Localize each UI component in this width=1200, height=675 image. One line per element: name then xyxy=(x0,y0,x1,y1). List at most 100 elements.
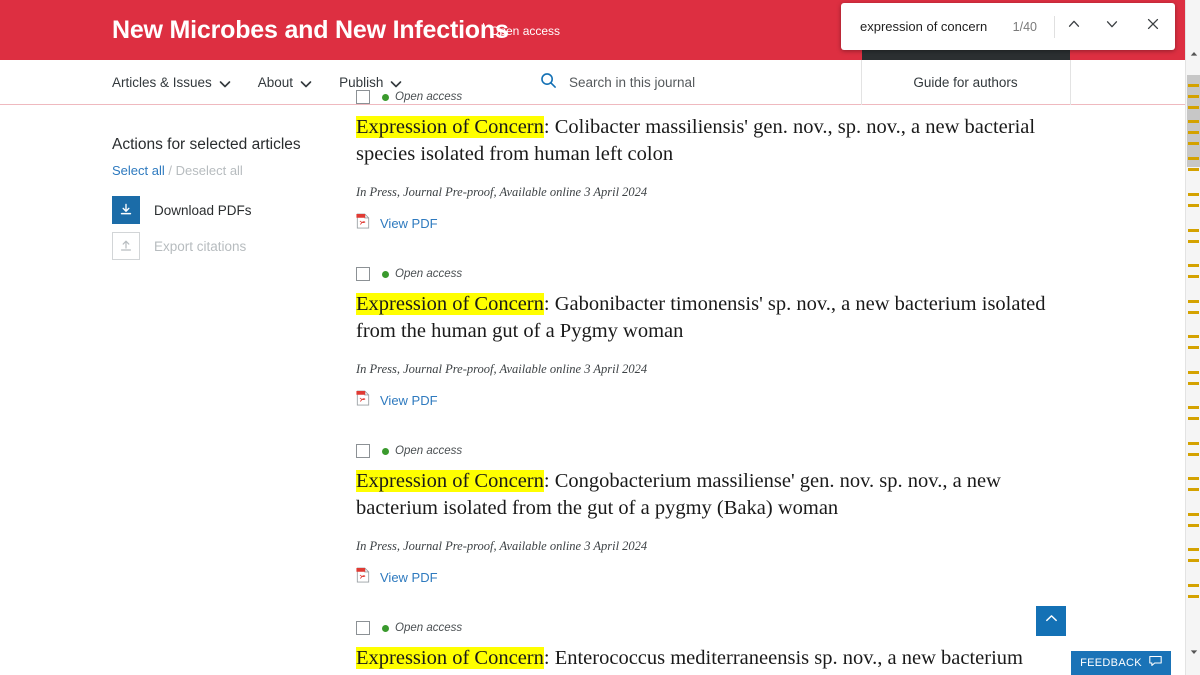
scrollbar-match-marker xyxy=(1188,559,1199,562)
search-highlight: Expression of Concern xyxy=(356,647,544,669)
back-to-top-button[interactable] xyxy=(1036,606,1066,636)
result-status: In Press, Journal Pre-proof, Available o… xyxy=(356,185,648,199)
result-title-link[interactable]: Expression of Concern: Gabonibacter timo… xyxy=(356,293,1046,342)
scrollbar-match-marker xyxy=(1188,142,1199,145)
pdf-icon xyxy=(356,390,370,411)
scrollbar-match-marker xyxy=(1188,157,1199,160)
scrollbar-match-marker xyxy=(1188,524,1199,527)
find-in-page-bar: expression of concern 1/40 xyxy=(841,3,1175,50)
result-title-link[interactable]: Expression of Concern: Congobacterium ma… xyxy=(356,470,1001,519)
download-pdfs-label: Download PDFs xyxy=(154,202,252,218)
scrollbar-match-marker xyxy=(1188,300,1199,303)
result-checkbox[interactable] xyxy=(356,267,370,281)
view-pdf-link[interactable]: View PDF xyxy=(356,567,1096,588)
search-highlight: Expression of Concern xyxy=(356,116,544,138)
open-access-dot-icon xyxy=(382,624,389,632)
scrollbar-match-marker xyxy=(1188,417,1199,420)
result-checkbox[interactable] xyxy=(356,90,370,104)
scrollbar-match-marker xyxy=(1188,584,1199,587)
scrollbar-match-marker xyxy=(1188,477,1199,480)
scrollbar-match-marker xyxy=(1188,453,1199,456)
open-access-dot-icon xyxy=(382,447,389,455)
nav-item-articles-issues[interactable]: Articles & Issues xyxy=(112,75,231,90)
select-separator: / xyxy=(168,163,172,178)
view-pdf-link[interactable]: View PDF xyxy=(356,213,1096,234)
search-highlight: Expression of Concern xyxy=(356,293,544,315)
result-title: Expression of Concern: Colibacter massil… xyxy=(356,114,1076,168)
result-meta-row: Open access xyxy=(356,619,1096,637)
scrollbar-match-marker xyxy=(1188,204,1199,207)
journal-title: New Microbes and New Infections xyxy=(112,16,509,44)
triangle-down-icon[interactable] xyxy=(1186,644,1200,659)
view-pdf-label: View PDF xyxy=(380,393,438,408)
view-pdf-label: View PDF xyxy=(380,570,438,585)
deselect-all-link[interactable]: Deselect all xyxy=(176,163,243,178)
scrollbar-match-marker xyxy=(1188,382,1199,385)
scrollbar-match-marker xyxy=(1188,120,1199,123)
scrollbar-match-marker xyxy=(1188,84,1199,87)
actions-panel: Actions for selected articles Select all… xyxy=(112,136,372,268)
pdf-icon xyxy=(356,567,370,588)
export-citations-label: Export citations xyxy=(154,238,247,254)
nav-item-about-label: About xyxy=(257,75,294,90)
result-checkbox[interactable] xyxy=(356,621,370,635)
result-title: Expression of Concern: Enterococcus medi… xyxy=(356,645,1076,675)
nav-item-articles-issues-label: Articles & Issues xyxy=(112,75,212,90)
chevron-up-icon xyxy=(1044,611,1059,631)
scrollbar-match-marker xyxy=(1188,548,1199,551)
scrollbar-match-marker xyxy=(1188,311,1199,314)
result-title-link[interactable]: Expression of Concern: Colibacter massil… xyxy=(356,116,1035,165)
scrollbar-match-marker xyxy=(1188,346,1199,349)
browser-scrollbar[interactable] xyxy=(1185,0,1200,675)
result-meta-row: Open access xyxy=(356,442,1096,460)
chevron-down-icon xyxy=(1104,16,1120,37)
download-icon xyxy=(112,196,140,224)
journal-open-access-label: Open access xyxy=(490,24,561,38)
find-match-count: 1/40 xyxy=(1012,19,1037,34)
view-pdf-label: View PDF xyxy=(380,216,438,231)
scrollbar-match-marker xyxy=(1188,229,1199,232)
select-row: Select all / Deselect all xyxy=(112,163,372,178)
scrollbar-match-marker xyxy=(1188,371,1199,374)
scrollbar-match-marker xyxy=(1188,131,1199,134)
open-access-label: Open access xyxy=(395,622,463,634)
triangle-up-icon[interactable] xyxy=(1186,46,1200,61)
feedback-label: FEEDBACK xyxy=(1080,657,1142,669)
open-access-label: Open access xyxy=(395,445,463,457)
download-pdfs-action[interactable]: Download PDFs xyxy=(112,196,372,224)
select-all-link[interactable]: Select all xyxy=(112,163,165,178)
list-item: Open access Expression of Concern: Colib… xyxy=(356,88,1096,234)
find-close-button[interactable] xyxy=(1131,3,1175,50)
result-title: Expression of Concern: Gabonibacter timo… xyxy=(356,291,1076,345)
result-status: In Press, Journal Pre-proof, Available o… xyxy=(356,539,648,553)
find-input[interactable]: expression of concern xyxy=(860,19,1013,34)
chevron-up-icon xyxy=(1066,16,1082,37)
export-citations-action[interactable]: Export citations xyxy=(112,232,372,260)
view-pdf-link[interactable]: View PDF xyxy=(356,390,1096,411)
nav-item-about[interactable]: About xyxy=(257,75,312,90)
scrollbar-match-marker xyxy=(1188,513,1199,516)
feedback-button[interactable]: FEEDBACK xyxy=(1071,651,1171,675)
scrollbar-match-marker xyxy=(1188,193,1199,196)
scrollbar-match-marker xyxy=(1188,264,1199,267)
find-next-button[interactable] xyxy=(1093,3,1131,50)
open-access-dot-icon xyxy=(382,93,389,101)
upload-icon xyxy=(112,232,140,260)
scrollbar-match-marker xyxy=(1188,595,1199,598)
open-access-dot-icon xyxy=(382,270,389,278)
result-checkbox[interactable] xyxy=(356,444,370,458)
scrollbar-match-marker xyxy=(1188,95,1199,98)
result-title-link[interactable]: Expression of Concern: Enterococcus medi… xyxy=(356,647,1023,675)
scrollbar-match-marker xyxy=(1188,106,1199,109)
find-previous-button[interactable] xyxy=(1055,3,1093,50)
close-icon xyxy=(1145,16,1161,37)
result-title: Expression of Concern: Congobacterium ma… xyxy=(356,468,1076,522)
chevron-down-icon xyxy=(219,78,231,89)
open-access-label: Open access xyxy=(395,91,463,103)
list-item: Open access Expression of Concern: Enter… xyxy=(356,619,1096,675)
scrollbar-match-marker xyxy=(1188,275,1199,278)
chevron-down-icon xyxy=(300,78,312,89)
list-item: Open access Expression of Concern: Gabon… xyxy=(356,265,1096,411)
scrollbar-match-marker xyxy=(1188,335,1199,338)
result-meta-row: Open access xyxy=(356,88,1096,106)
